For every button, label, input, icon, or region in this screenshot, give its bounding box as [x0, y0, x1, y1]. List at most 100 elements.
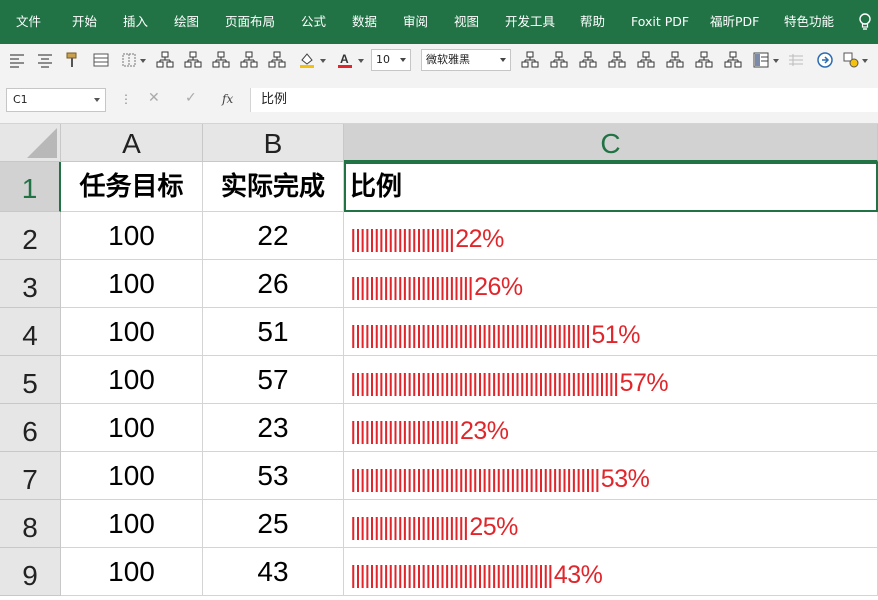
- insert-function-icon[interactable]: fx: [222, 92, 233, 106]
- format-painter-icon[interactable]: [64, 51, 82, 69]
- header-cell-ratio[interactable]: 比例: [344, 162, 878, 212]
- menu-developer[interactable]: 开发工具: [505, 14, 555, 30]
- cell-actual[interactable]: 43: [203, 548, 344, 596]
- ratio-percent: 43%: [553, 561, 603, 589]
- menu-view[interactable]: 视图: [454, 14, 479, 30]
- org-chart-icon[interactable]: [521, 51, 539, 69]
- cell-target[interactable]: 100: [61, 452, 203, 500]
- disabled-tool-icon: [789, 54, 803, 66]
- font-color-icon[interactable]: A: [336, 51, 354, 69]
- ratio-bar: ||||||||||||||||||||||||||||||||||||||||…: [350, 369, 619, 397]
- cell-target[interactable]: 100: [61, 308, 203, 356]
- borders-dropdown-caret[interactable]: [140, 59, 146, 63]
- column-header-b[interactable]: B: [203, 124, 344, 162]
- shapes-icon[interactable]: [842, 51, 860, 69]
- row-header[interactable]: 8: [0, 500, 61, 548]
- cell-target[interactable]: 100: [61, 260, 203, 308]
- svg-text:A: A: [340, 52, 349, 66]
- cell-ratio[interactable]: ||||||||||||||||||||||||||||||||||||||||…: [344, 356, 878, 404]
- column-header-a[interactable]: A: [61, 124, 203, 162]
- menu-features[interactable]: 特色功能: [784, 14, 834, 30]
- arrow-right-circle-icon[interactable]: [816, 51, 834, 69]
- row-header[interactable]: 9: [0, 548, 61, 596]
- cell-target[interactable]: 100: [61, 356, 203, 404]
- cell-target[interactable]: 100: [61, 500, 203, 548]
- menu-file[interactable]: 文件: [16, 14, 41, 30]
- align-center-icon[interactable]: [36, 51, 54, 69]
- row-header[interactable]: 5: [0, 356, 61, 404]
- lightbulb-icon[interactable]: [858, 13, 872, 31]
- cell-actual[interactable]: 25: [203, 500, 344, 548]
- menu-review[interactable]: 审阅: [403, 14, 428, 30]
- select-all-corner[interactable]: [0, 124, 61, 162]
- row-header[interactable]: 2: [0, 212, 61, 260]
- align-left-icon[interactable]: [8, 51, 26, 69]
- org-chart-icon[interactable]: [550, 51, 568, 69]
- org-chart-icon[interactable]: [724, 51, 742, 69]
- org-chart-icon[interactable]: [666, 51, 684, 69]
- cell-ratio[interactable]: ||||||||||||||||||||||||||||||||||||||||…: [344, 308, 878, 356]
- menu-foxit-pdf[interactable]: Foxit PDF: [631, 14, 689, 30]
- cell-ratio[interactable]: ||||||||||||||||||||||||||26%: [344, 260, 878, 308]
- cell-ratio[interactable]: ||||||||||||||||||||||22%: [344, 212, 878, 260]
- header-cell-target[interactable]: 任务目标: [61, 162, 203, 212]
- menu-help[interactable]: 帮助: [580, 14, 605, 30]
- row-header[interactable]: 7: [0, 452, 61, 500]
- org-chart-icon[interactable]: [184, 51, 202, 69]
- cell-actual[interactable]: 53: [203, 452, 344, 500]
- org-chart-icon[interactable]: [268, 51, 286, 69]
- row-header[interactable]: 4: [0, 308, 61, 356]
- fill-color-dropdown-caret[interactable]: [320, 59, 326, 63]
- cell-ratio[interactable]: |||||||||||||||||||||||||25%: [344, 500, 878, 548]
- cell-target[interactable]: 100: [61, 404, 203, 452]
- menu-home[interactable]: 开始: [72, 14, 97, 30]
- ratio-percent: 23%: [459, 417, 509, 445]
- org-chart-icon[interactable]: [579, 51, 597, 69]
- cell-actual[interactable]: 51: [203, 308, 344, 356]
- ratio-percent: 51%: [591, 321, 640, 349]
- header-cell-actual[interactable]: 实际完成: [203, 162, 344, 212]
- org-chart-icon[interactable]: [212, 51, 230, 69]
- row-header[interactable]: 6: [0, 404, 61, 452]
- cell-ratio[interactable]: ||||||||||||||||||||||||||||||||||||||||…: [344, 452, 878, 500]
- org-chart-icon[interactable]: [156, 51, 174, 69]
- org-chart-icon[interactable]: [608, 51, 626, 69]
- column-header-c[interactable]: C: [344, 124, 878, 162]
- borders-icon[interactable]: [120, 51, 138, 69]
- menu-page-layout[interactable]: 页面布局: [225, 14, 275, 30]
- table-format-icon[interactable]: [92, 51, 110, 69]
- layout-grid-icon[interactable]: [752, 51, 770, 69]
- cell-ratio[interactable]: |||||||||||||||||||||||23%: [344, 404, 878, 452]
- menu-formulas[interactable]: 公式: [301, 14, 326, 30]
- shapes-dropdown-caret[interactable]: [862, 59, 868, 63]
- fill-color-icon[interactable]: [298, 51, 316, 69]
- menu-fuxin-pdf[interactable]: 福昕PDF: [710, 14, 759, 30]
- cell-actual[interactable]: 57: [203, 356, 344, 404]
- cell-target[interactable]: 100: [61, 212, 203, 260]
- formula-bar: C1 ⋮ ✕ ✓ fx 比例: [0, 76, 878, 124]
- formula-input[interactable]: 比例: [250, 88, 878, 112]
- name-box[interactable]: C1: [6, 88, 106, 112]
- cell-actual[interactable]: 26: [203, 260, 344, 308]
- layout-dropdown-caret[interactable]: [773, 59, 779, 63]
- menu-draw[interactable]: 绘图: [174, 14, 199, 30]
- font-name-select[interactable]: 微软雅黑: [421, 49, 511, 71]
- cell-actual[interactable]: 22: [203, 212, 344, 260]
- menu-data[interactable]: 数据: [352, 14, 377, 30]
- org-chart-icon[interactable]: [695, 51, 713, 69]
- cell-actual[interactable]: 23: [203, 404, 344, 452]
- row-header-1[interactable]: 1: [0, 162, 61, 212]
- ratio-percent: 26%: [474, 273, 523, 301]
- org-chart-icon[interactable]: [240, 51, 258, 69]
- enter-icon[interactable]: ✓: [185, 90, 197, 106]
- row-header[interactable]: 3: [0, 260, 61, 308]
- ratio-bar: |||||||||||||||||||||||: [350, 417, 460, 445]
- cell-ratio[interactable]: ||||||||||||||||||||||||||||||||||||||||…: [344, 548, 878, 596]
- cell-target[interactable]: 100: [61, 548, 203, 596]
- org-chart-icon[interactable]: [637, 51, 655, 69]
- menu-insert[interactable]: 插入: [123, 14, 148, 30]
- cancel-icon[interactable]: ✕: [148, 90, 160, 106]
- font-size-select[interactable]: 10: [371, 49, 411, 71]
- font-color-dropdown-caret[interactable]: [358, 59, 364, 63]
- spreadsheet-grid: A B C 1 任务目标 实际完成 比例 2 100 22 |||||||||||||||||…: [0, 124, 878, 600]
